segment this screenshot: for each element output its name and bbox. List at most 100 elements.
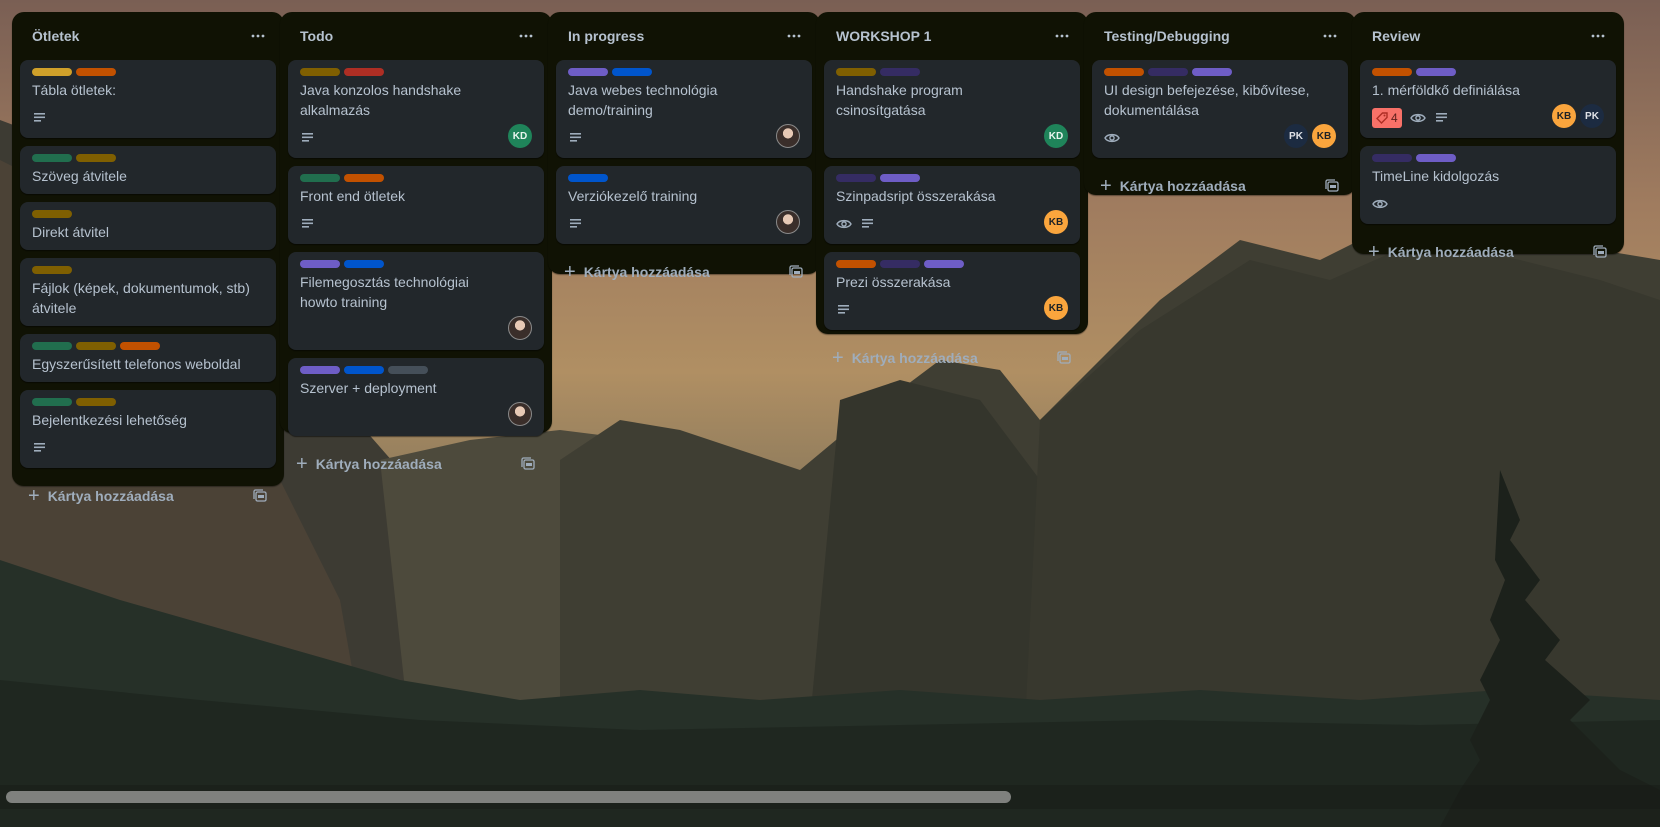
add-card-button[interactable]: + Kártya hozzáadása [1100,176,1246,196]
label-olive[interactable] [32,266,72,274]
list-menu-button[interactable] [1316,22,1344,50]
avatar[interactable] [776,124,800,148]
card[interactable]: Direkt átvitel [20,202,276,250]
label-blue[interactable] [568,174,608,182]
label-olive[interactable] [836,68,876,76]
label-darkpurple[interactable] [880,68,920,76]
list-menu-button[interactable] [1584,22,1612,50]
count-value: 4 [1391,111,1398,125]
card[interactable]: Java konzolos handshake alkalmazás KD [288,60,544,158]
add-card-button[interactable]: + Kártya hozzáadása [28,486,174,506]
list-title[interactable]: In progress [568,28,644,44]
list-title[interactable]: Ötletek [32,28,79,44]
label-green[interactable] [32,342,72,350]
more-icon [251,34,265,38]
avatar[interactable] [508,316,532,340]
list-menu-button[interactable] [780,22,808,50]
card[interactable]: Bejelentkezési lehetőség [20,390,276,468]
card[interactable]: Tábla ötletek: [20,60,276,138]
card[interactable]: Verziókezelő training [556,166,812,244]
list-menu-button[interactable] [244,22,272,50]
add-card-button[interactable]: + Kártya hozzáadása [296,454,442,474]
avatar[interactable] [776,210,800,234]
card[interactable]: Front end ötletek [288,166,544,244]
label-purple[interactable] [1416,154,1456,162]
label-purple[interactable] [1416,68,1456,76]
label-purple[interactable] [924,260,964,268]
label-gray[interactable] [388,366,428,374]
label-red[interactable] [344,68,384,76]
template-icon[interactable] [1056,350,1072,366]
more-icon [787,34,801,38]
label-blue[interactable] [344,366,384,374]
label-green[interactable] [300,174,340,182]
label-orange[interactable] [344,174,384,182]
label-darkpurple[interactable] [1372,154,1412,162]
label-yellow[interactable] [32,68,72,76]
label-orange[interactable] [1104,68,1144,76]
label-darkpurple[interactable] [1148,68,1188,76]
card[interactable]: Filemegosztás technológiai howto trainin… [288,252,544,350]
add-card-button[interactable]: + Kártya hozzáadása [564,262,710,282]
avatar[interactable]: KB [1552,104,1576,128]
label-darkpurple[interactable] [880,260,920,268]
avatar[interactable]: KD [1044,124,1068,148]
label-orange[interactable] [76,68,116,76]
card[interactable]: Szinpadsript összerakása KB [824,166,1080,244]
label-olive[interactable] [76,398,116,406]
list-title[interactable]: Testing/Debugging [1104,28,1230,44]
label-purple[interactable] [568,68,608,76]
label-olive[interactable] [76,154,116,162]
label-darkpurple[interactable] [836,174,876,182]
add-card-row: + Kártya hozzáadása [12,476,284,516]
avatar[interactable] [508,402,532,426]
add-card-button[interactable]: + Kártya hozzáadása [832,348,978,368]
card[interactable]: TimeLine kidolgozás [1360,146,1616,224]
label-olive[interactable] [76,342,116,350]
list-menu-button[interactable] [1048,22,1076,50]
label-orange[interactable] [1372,68,1412,76]
template-icon[interactable] [520,456,536,472]
avatar[interactable]: KB [1044,210,1068,234]
avatar[interactable]: KD [508,124,532,148]
card[interactable]: Szerver + deployment [288,358,544,436]
label-orange[interactable] [836,260,876,268]
template-icon[interactable] [788,264,804,280]
card[interactable]: 1. mérföldkő definiálása 4 KB PK [1360,60,1616,138]
list-title[interactable]: Todo [300,28,333,44]
horizontal-scrollbar-thumb[interactable] [6,791,1011,803]
label-purple[interactable] [880,174,920,182]
label-purple[interactable] [300,260,340,268]
avatar[interactable]: PK [1580,104,1604,128]
card[interactable]: UI design befejezése, kibővítese, dokume… [1092,60,1348,158]
avatar[interactable]: KB [1044,296,1068,320]
add-card-label: Kártya hozzáadása [315,456,442,472]
template-icon[interactable] [1592,244,1608,260]
list-title[interactable]: Review [1372,28,1420,44]
label-purple[interactable] [300,366,340,374]
label-green[interactable] [32,398,72,406]
template-icon[interactable] [252,488,268,504]
label-olive[interactable] [32,210,72,218]
avatar[interactable]: PK [1284,124,1308,148]
card[interactable]: Handshake program csinosítgatása KD [824,60,1080,158]
label-blue[interactable] [612,68,652,76]
template-icon[interactable] [1324,178,1340,194]
list-title[interactable]: WORKSHOP 1 [836,28,931,44]
label-blue[interactable] [344,260,384,268]
card[interactable]: Szöveg átvitele [20,146,276,194]
label-purple[interactable] [1192,68,1232,76]
label-olive[interactable] [300,68,340,76]
avatar[interactable]: KB [1312,124,1336,148]
card[interactable]: Fájlok (képek, dokumentumok, stb) átvite… [20,258,276,326]
label-orange[interactable] [120,342,160,350]
card-badges [32,436,264,460]
watch-icon [1409,110,1426,126]
card-labels [300,366,532,374]
add-card-button[interactable]: + Kártya hozzáadása [1368,242,1514,262]
card[interactable]: Prezi összerakása KB [824,252,1080,330]
label-green[interactable] [32,154,72,162]
list-menu-button[interactable] [512,22,540,50]
card[interactable]: Egyszerűsített telefonos weboldal [20,334,276,382]
card[interactable]: Java webes technológia demo/training [556,60,812,158]
